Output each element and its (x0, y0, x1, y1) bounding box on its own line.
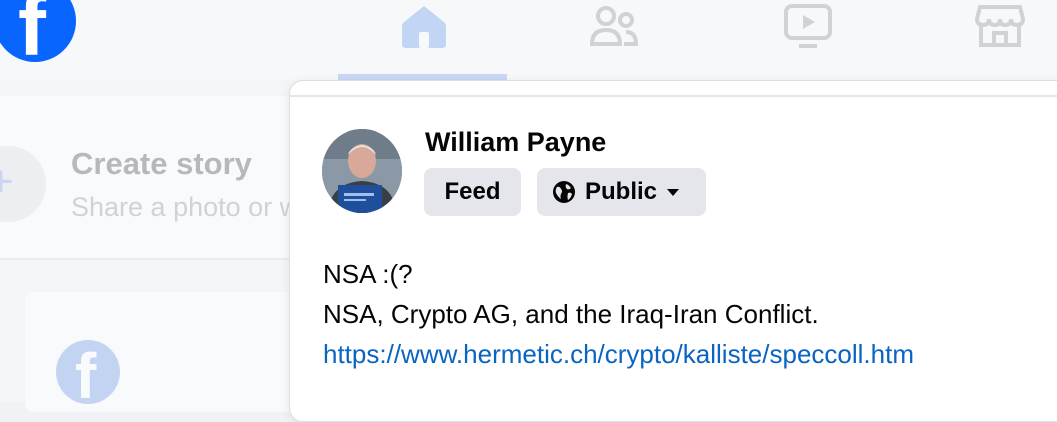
privacy-label: Public (585, 178, 658, 205)
create-story-title: Create story (71, 146, 252, 181)
user-avatar[interactable] (322, 129, 402, 213)
post-author-avatar[interactable]: f (56, 340, 120, 404)
post-dialog: William Payne Feed Public NSA :(? NSA, C… (289, 80, 1057, 422)
user-name: William Payne (425, 127, 607, 157)
globe-icon (553, 181, 575, 203)
post-link[interactable]: https://www.hermetic.ch/crypto/kalliste/… (323, 334, 914, 374)
facebook-logo[interactable]: f (0, 0, 76, 62)
marketplace-icon[interactable] (972, 0, 1028, 52)
audience-feed-button[interactable]: Feed (424, 168, 521, 216)
home-icon[interactable] (396, 0, 452, 52)
post-line: NSA :(? (323, 259, 413, 289)
feed-divider (0, 258, 300, 260)
post-line: NSA, Crypto AG, and the Iraq-Iran Confli… (323, 299, 819, 329)
caret-down-icon (667, 188, 680, 196)
facebook-logo-letter: f (18, 0, 46, 62)
video-icon[interactable] (780, 0, 836, 52)
top-navigation-bar: f (0, 0, 1057, 80)
post-body[interactable]: NSA :(? NSA, Crypto AG, and the Iraq-Ira… (323, 254, 914, 374)
friends-icon[interactable] (586, 0, 642, 52)
audience-feed-label: Feed (444, 178, 501, 205)
dialog-divider (290, 95, 1057, 97)
privacy-selector-button[interactable]: Public (537, 168, 706, 216)
create-story-subtitle: Share a photo or write something. (71, 192, 289, 222)
post-author-logo-letter: f (75, 340, 97, 404)
